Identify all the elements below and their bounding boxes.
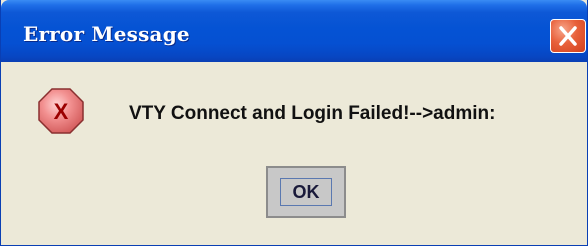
window-title: Error Message	[23, 22, 190, 46]
close-icon	[559, 26, 577, 46]
error-message-text: VTY Connect and Login Failed!-->admin:	[129, 103, 496, 124]
error-icon: X	[38, 88, 84, 134]
ok-button-label: OK	[292, 182, 320, 202]
ok-button[interactable]: OK	[266, 166, 346, 218]
dialog-body: X VTY Connect and Login Failed!-->admin:…	[1, 62, 587, 245]
close-button[interactable]	[550, 19, 586, 53]
ok-button-focus-ring: OK	[280, 178, 332, 206]
error-dialog-window: Error Message X VTY Connect and Login Fa…	[0, 0, 588, 246]
title-bar[interactable]: Error Message	[1, 0, 587, 62]
error-icon-glyph: X	[54, 99, 69, 124]
